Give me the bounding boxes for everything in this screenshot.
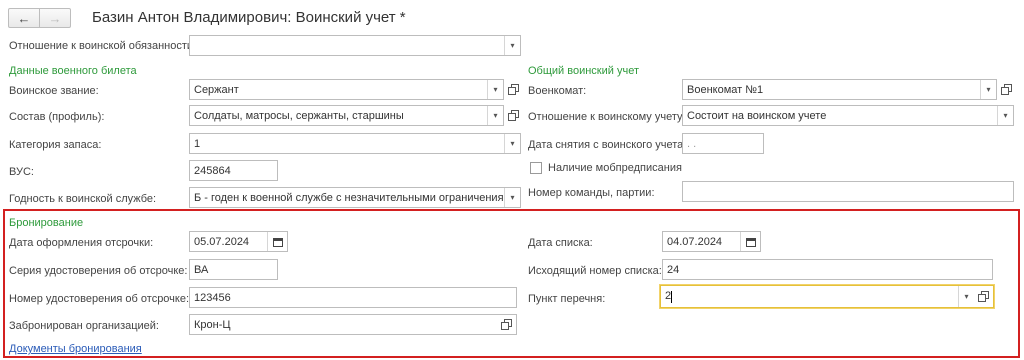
deferral-date-calendar-button[interactable] (267, 232, 287, 251)
list-date-calendar-button[interactable] (740, 232, 760, 251)
composition-open-button[interactable] (506, 108, 521, 123)
registry-relation-value: Состоит на воинском учете (687, 109, 827, 122)
general-group-title: Общий воинский учет (528, 65, 639, 77)
rank-open-button[interactable] (506, 82, 521, 97)
navigation-buttons: ← → (8, 8, 71, 28)
forward-button[interactable]: → (40, 9, 70, 27)
team-number-field[interactable] (682, 181, 1014, 202)
reserve-category-label: Категория запаса: (9, 139, 102, 151)
military-id-group-title: Данные военного билета (9, 65, 137, 77)
outgoing-list-number-field[interactable]: 24 (662, 259, 993, 280)
back-arrow-icon: ← (17, 10, 31, 26)
dropdown-arrow-icon[interactable]: ▾ (504, 134, 520, 153)
registry-relation-label: Отношение к воинскому учету: (528, 111, 686, 123)
commissariat-label: Военкомат: (528, 85, 587, 97)
vus-label: ВУС: (9, 166, 34, 178)
commissariat-value: Военкомат №1 (687, 83, 764, 96)
outgoing-list-number-value: 24 (667, 263, 680, 276)
vus-value: 245864 (194, 164, 231, 177)
outgoing-list-number-label: Исходящий номер списка: (528, 265, 662, 277)
reserving-org-label: Забронирован организацией: (9, 320, 159, 332)
dropdown-arrow-icon[interactable]: ▾ (980, 80, 996, 99)
composition-field[interactable]: Солдаты, матросы, сержанты, старшины ▾ (189, 105, 504, 126)
calendar-icon (745, 237, 756, 247)
open-icon (508, 84, 519, 95)
rank-label: Воинское звание: (9, 85, 99, 97)
commissariat-open-button[interactable] (999, 82, 1014, 97)
mob-order-label: Наличие мобпредписания (548, 162, 682, 174)
window-title: Базин Антон Владимирович: Воинский учет … (92, 9, 406, 26)
rank-field[interactable]: Сержант ▾ (189, 79, 504, 100)
open-icon (1001, 84, 1012, 95)
dropdown-arrow-icon[interactable]: ▾ (487, 80, 503, 99)
commissariat-field[interactable]: Военкомат №1 ▾ (682, 79, 997, 100)
reservation-highlight-frame (3, 209, 1020, 358)
list-date-value: 04.07.2024 (667, 235, 723, 248)
cert-series-label: Серия удостоверения об отсрочке: (9, 265, 188, 277)
open-icon (508, 110, 519, 121)
dropdown-arrow-icon[interactable]: ▾ (958, 286, 974, 307)
reserving-org-field[interactable]: Крон-Ц (189, 314, 517, 335)
reserving-org-open-button[interactable] (499, 317, 514, 332)
list-item-label: Пункт перечня: (528, 293, 606, 305)
deferral-date-value: 05.07.2024 (194, 235, 250, 248)
rank-value: Сержант (194, 83, 239, 96)
cert-series-field[interactable]: ВА (189, 259, 278, 280)
text-cursor (671, 290, 673, 303)
registry-relation-field[interactable]: Состоит на воинском учете ▾ (682, 105, 1014, 126)
reserving-org-value: Крон-Ц (194, 318, 231, 331)
reservation-group-title: Бронирование (9, 217, 84, 229)
list-date-field[interactable]: 04.07.2024 (662, 231, 761, 252)
removal-date-label: Дата снятия с воинского учета: (528, 139, 687, 151)
cert-number-value: 123456 (194, 291, 231, 304)
reservation-documents-link[interactable]: Документы бронирования (9, 343, 142, 355)
cert-number-field[interactable]: 123456 (189, 287, 517, 308)
composition-value: Солдаты, матросы, сержанты, старшины (194, 109, 404, 122)
removal-date-field[interactable]: . . (682, 133, 764, 154)
removal-date-value: . . (687, 137, 697, 150)
vus-field[interactable]: 245864 (189, 160, 278, 181)
fitness-value: Б - годен к военной службе с незначитель… (194, 191, 504, 204)
back-button[interactable]: ← (9, 9, 40, 27)
deferral-date-field[interactable]: 05.07.2024 (189, 231, 288, 252)
calendar-icon (272, 237, 283, 247)
forward-arrow-icon: → (48, 10, 62, 26)
dropdown-arrow-icon[interactable]: ▾ (504, 36, 520, 55)
cert-number-label: Номер удостоверения об отсрочке: (9, 293, 190, 305)
deferral-date-label: Дата оформления отсрочки: (9, 237, 154, 249)
reserve-category-value: 1 (194, 137, 201, 150)
list-date-label: Дата списка: (528, 237, 593, 249)
dropdown-arrow-icon[interactable]: ▾ (487, 106, 503, 125)
dropdown-arrow-icon[interactable]: ▾ (997, 106, 1013, 125)
list-item-value: 2 (661, 290, 958, 303)
list-item-open-button[interactable] (976, 289, 991, 304)
composition-label: Состав (профиль): (9, 111, 105, 123)
team-number-label: Номер команды, партии: (528, 187, 655, 199)
dropdown-arrow-icon[interactable]: ▾ (504, 188, 520, 207)
cert-series-value: ВА (194, 263, 209, 276)
fitness-field[interactable]: Б - годен к военной службе с незначитель… (189, 187, 521, 208)
fitness-label: Годность к воинской службе: (9, 193, 157, 205)
relation-field[interactable]: ▾ (189, 35, 521, 56)
open-icon (978, 291, 989, 302)
mob-order-checkbox[interactable] (530, 162, 542, 174)
open-icon (501, 319, 512, 330)
list-item-field[interactable]: 2 ▾ (660, 285, 994, 308)
relation-label: Отношение к воинской обязанности: (9, 40, 197, 52)
reserve-category-field[interactable]: 1 ▾ (189, 133, 521, 154)
